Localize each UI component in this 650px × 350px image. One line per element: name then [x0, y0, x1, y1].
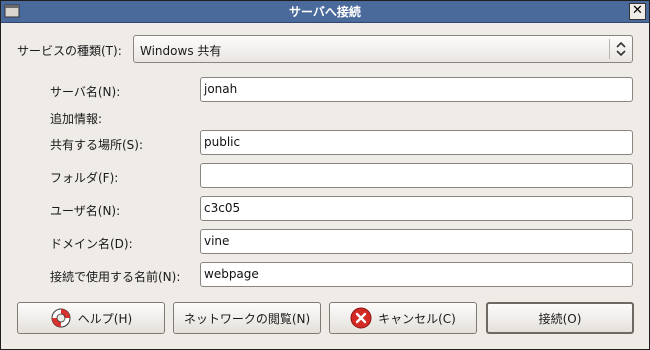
connect-button-label: 接続(O) [538, 311, 582, 326]
connect-button[interactable]: 接続(O) [486, 302, 634, 334]
help-button-label: ヘルプ(H) [77, 311, 133, 326]
user-input[interactable]: c3c05 [200, 196, 633, 221]
share-input[interactable]: public [200, 130, 633, 155]
connect-to-server-dialog: サーバへ接続 ✕ サービスの種類(T): Windows 共有 サーバ名(N):… [0, 0, 650, 350]
updown-arrows-icon [616, 41, 626, 57]
title-bar[interactable]: サーバへ接続 ✕ [1, 1, 649, 23]
folder-input[interactable] [200, 163, 633, 188]
server-input[interactable]: jonah [200, 77, 633, 102]
cancel-button[interactable]: キャンセル(C) [329, 302, 477, 334]
close-icon: ✕ [632, 3, 643, 18]
connection-name-input[interactable]: webpage [200, 262, 633, 287]
help-button[interactable]: ヘルプ(H) [17, 302, 165, 334]
combo-separator [609, 39, 610, 59]
cancel-icon [350, 307, 372, 329]
window-title: サーバへ接続 [289, 5, 361, 19]
domain-label: ドメイン名(D): [50, 237, 133, 251]
cancel-button-label: キャンセル(C) [378, 311, 456, 326]
share-label: 共有する場所(S): [50, 138, 144, 152]
server-label: サーバ名(N): [50, 85, 121, 99]
browse-network-button-label: ネットワークの閲覧(N) [183, 311, 311, 326]
domain-input[interactable]: vine [200, 229, 633, 254]
user-label: ユーザ名(N): [50, 204, 121, 218]
connection-name-label: 接続で使用する名前(N): [50, 270, 181, 284]
lifebuoy-icon [51, 308, 71, 328]
browse-network-button[interactable]: ネットワークの閲覧(N) [173, 302, 321, 334]
folder-label: フォルダ(F): [50, 171, 119, 185]
service-type-value: Windows 共有 [140, 44, 222, 58]
close-button[interactable]: ✕ [629, 3, 646, 20]
additional-info-label: 追加情報: [50, 112, 103, 126]
service-type-select[interactable]: Windows 共有 [133, 35, 633, 63]
service-type-label: サービスの種類(T): [17, 44, 122, 58]
